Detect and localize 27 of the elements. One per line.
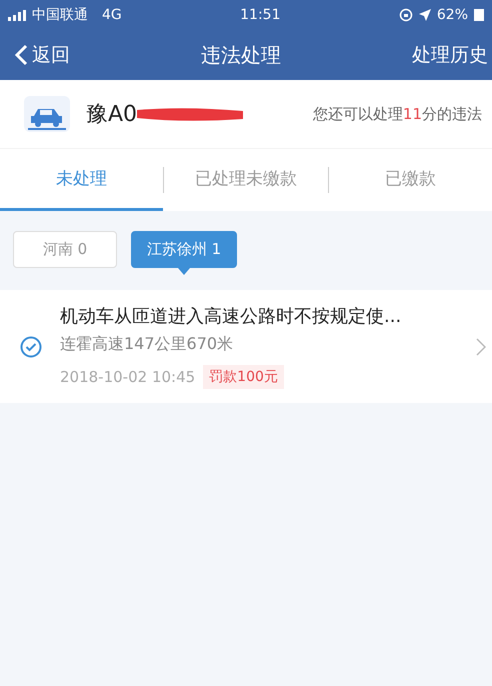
network-type: 4G — [102, 7, 122, 23]
battery-icon — [474, 9, 484, 21]
lock-rotation-icon — [398, 8, 413, 22]
history-button[interactable]: 处理历史 — [412, 42, 488, 68]
violation-title: 机动车从匝道进入高速公路时不按规定使... — [60, 305, 402, 328]
clock-time: 11:51 — [240, 7, 280, 23]
status-tab[interactable]: 未处理 — [0, 149, 164, 211]
region-tab[interactable]: 江苏徐州 1 — [131, 231, 237, 268]
location-arrow-icon — [418, 9, 431, 21]
chevron-right-icon — [476, 338, 486, 356]
back-chevron-icon — [14, 44, 28, 66]
points-remaining-text: 您还可以处理11分的违法 — [312, 104, 482, 124]
region-tab[interactable]: 河南 0 — [13, 231, 117, 268]
signal-icon — [8, 10, 26, 20]
carrier-name: 中国联通 — [32, 6, 88, 24]
violation-location: 连霍高速147公里670米 — [60, 334, 234, 355]
car-icon — [22, 94, 72, 134]
plate-number: 豫A0 — [86, 101, 138, 129]
status-tab[interactable]: 已缴款 — [328, 149, 492, 211]
fine-tag: 罚款100元 — [203, 365, 284, 389]
page-title: 违法处理 — [201, 42, 281, 68]
back-button[interactable]: 返回 — [14, 42, 70, 68]
pointer-icon — [178, 268, 190, 275]
violation-card[interactable]: 机动车从匝道进入高速公路时不按规定使... 连霍高速147公里670米 2018-10-02 10:45 罚款100元 — [0, 290, 492, 403]
battery-percent: 62% — [436, 7, 468, 23]
status-tab[interactable]: 已处理未缴款 — [164, 149, 328, 211]
violation-time: 2018-10-02 10:45 — [60, 368, 196, 386]
